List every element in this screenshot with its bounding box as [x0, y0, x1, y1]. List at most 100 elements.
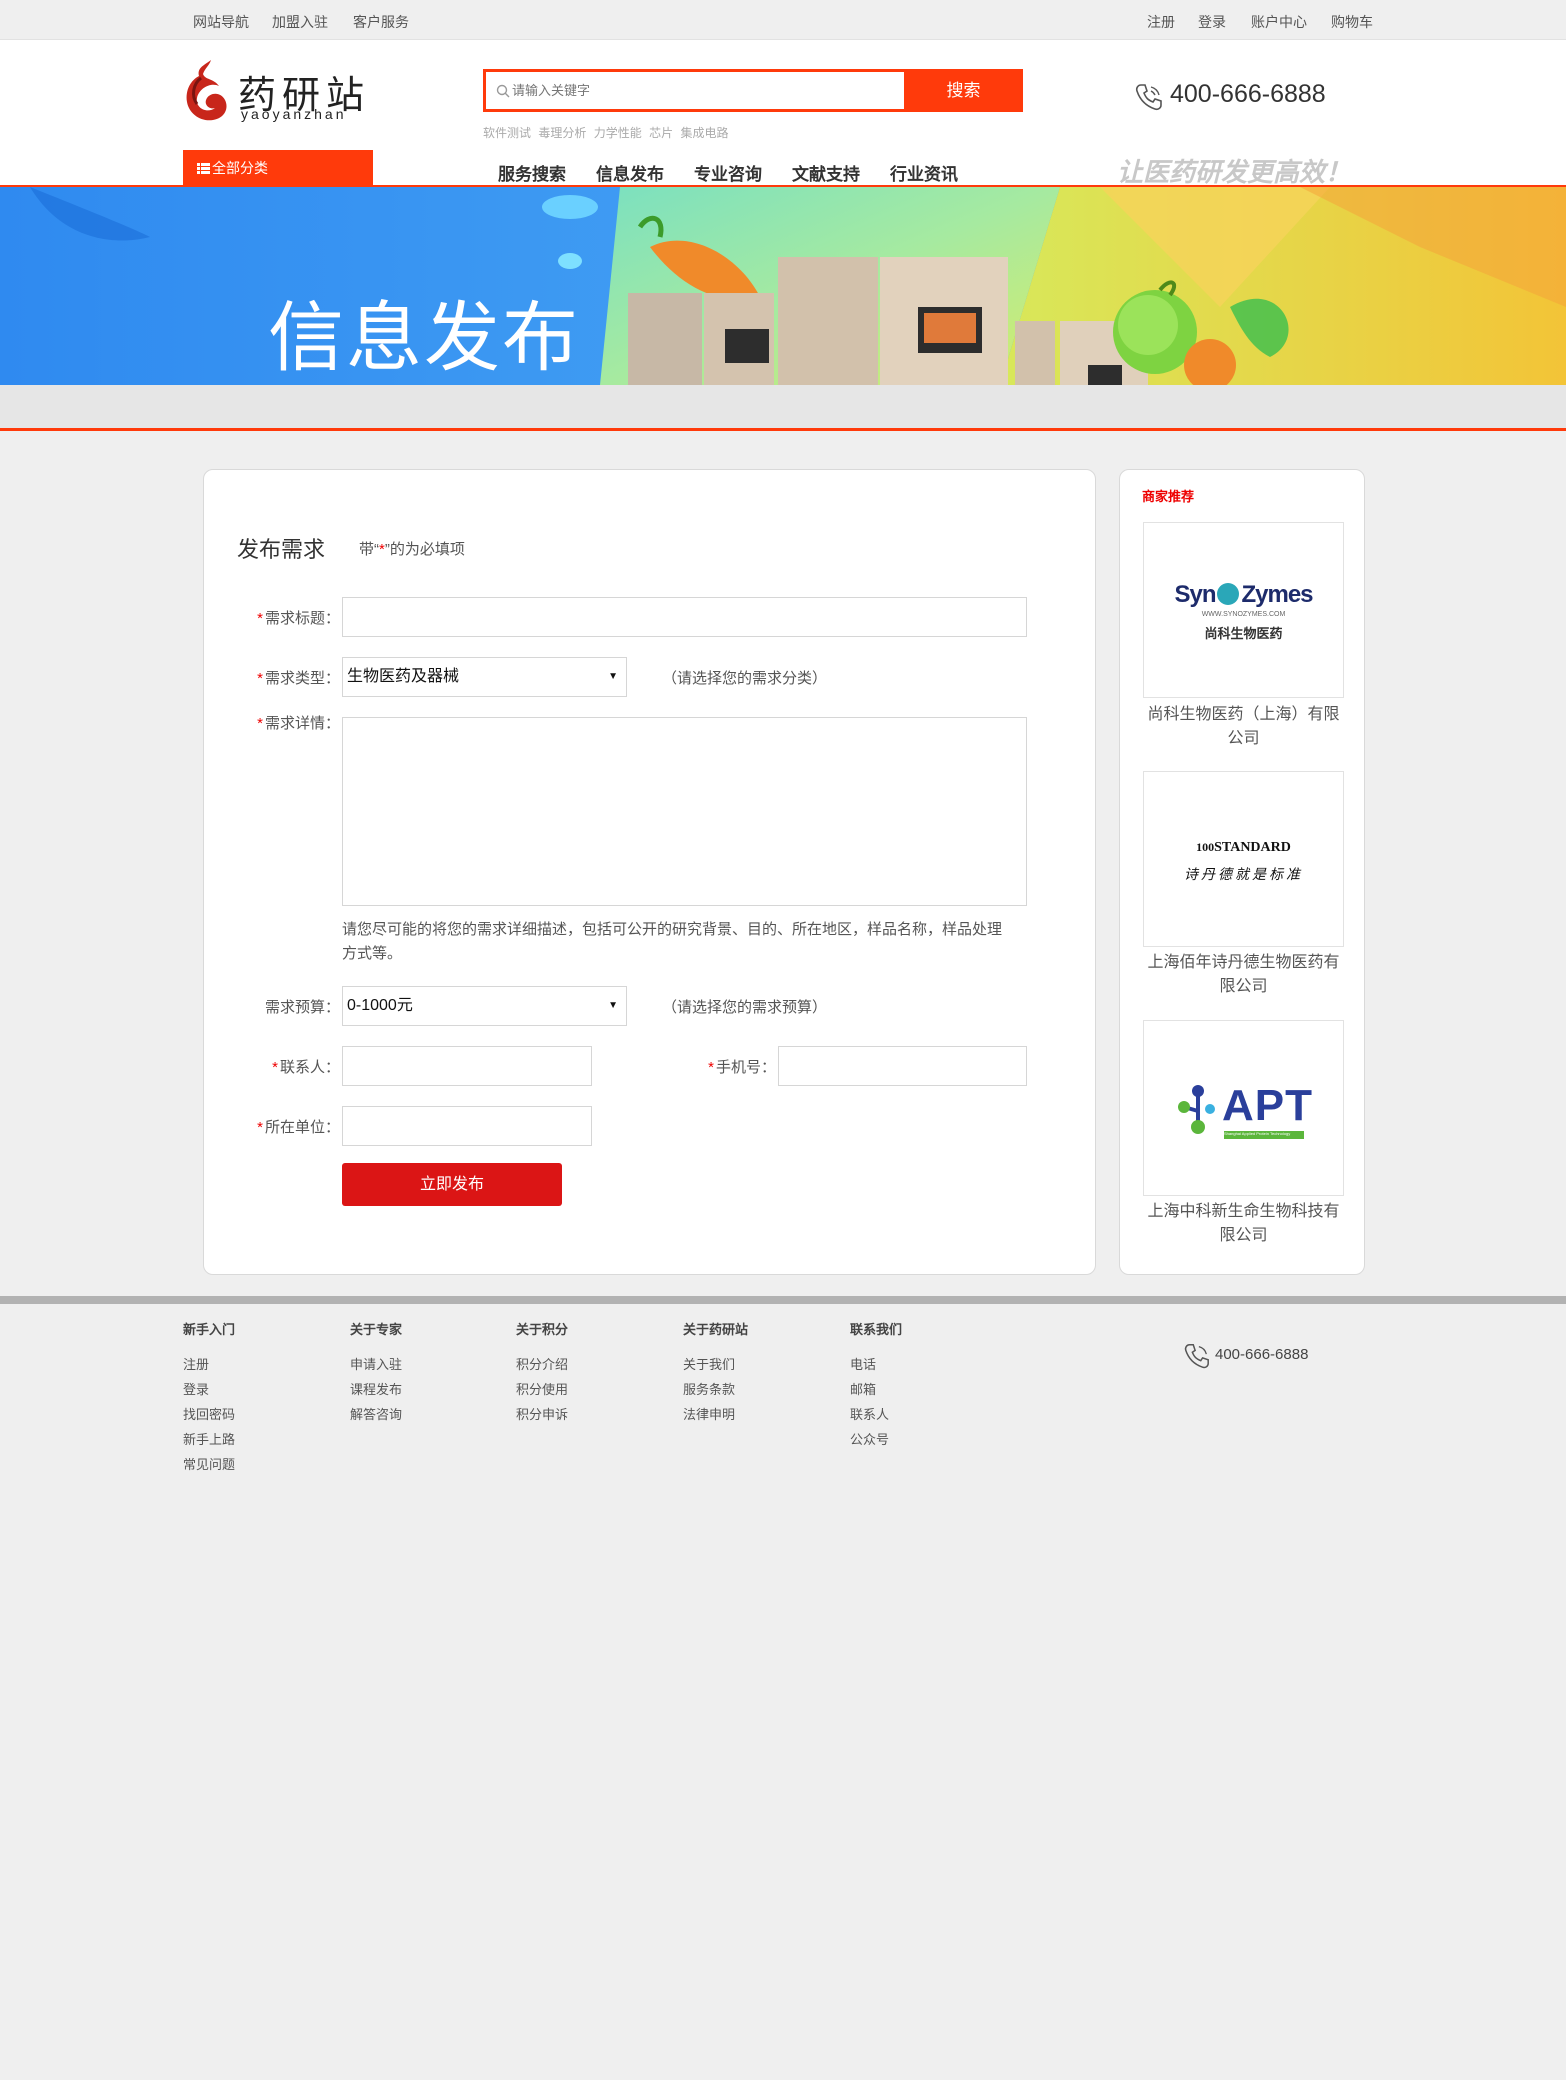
content-divider [0, 428, 1566, 431]
footer-link[interactable]: 注册 [183, 1354, 209, 1373]
footer-link[interactable]: 新手上路 [183, 1429, 235, 1448]
footer-link[interactable]: 积分申诉 [516, 1404, 568, 1423]
hot-word[interactable]: 软件测试 [483, 126, 531, 140]
recommend-name[interactable]: 尚科生物医药（上海）有限公司 [1143, 703, 1344, 751]
footer-link[interactable]: 课程发布 [350, 1379, 402, 1398]
title-label: * 需求标题： [220, 607, 340, 628]
header-phone: 400-666-6888 [1170, 80, 1326, 108]
hot-word[interactable]: 芯片 [649, 126, 673, 140]
banner [0, 187, 1566, 385]
footer-head: 关于专家 [350, 1322, 403, 1337]
search-icon [496, 84, 510, 98]
caret-down-icon: ▼ [608, 671, 618, 682]
footer-link[interactable]: 公众号 [850, 1429, 889, 1448]
all-categories-label: 全部分类 [212, 160, 268, 176]
budget-label: 需求预算： [220, 996, 340, 1017]
recommend-card-synozymes[interactable]: Syn Zymes WWW.SYNOZYMES.COM 尚科生物医药 [1143, 522, 1344, 698]
footer-phone: 400-666-6888 [1215, 1346, 1309, 1363]
footer-link[interactable]: 联系人 [850, 1404, 889, 1423]
mobile-label-text: 手机号： [715, 1059, 776, 1076]
footer-link[interactable]: 解答咨询 [350, 1404, 402, 1423]
detail-label-text: 需求详情： [264, 715, 340, 732]
required-star: * [257, 670, 263, 687]
nav-info-publish[interactable]: 信息发布 [596, 160, 664, 185]
note-suffix: ”的为必填项 [384, 541, 465, 558]
footer-head: 新手入门 [183, 1322, 236, 1337]
detail-label: * 需求详情： [220, 712, 340, 733]
hot-word[interactable]: 毒理分析 [538, 126, 586, 140]
logo-subtitle: yaoyanzhan [241, 106, 347, 122]
hot-word[interactable]: 集成电路 [680, 126, 728, 140]
menu-icon [197, 163, 210, 174]
footer-link[interactable]: 服务条款 [683, 1379, 735, 1398]
recommend-title: 商家推荐 [1142, 489, 1195, 504]
account-center-link[interactable]: 账户中心 [1251, 12, 1307, 32]
required-star: * [272, 1059, 278, 1076]
footer-link[interactable]: 电话 [850, 1354, 876, 1373]
company-label-text: 所在单位： [264, 1119, 340, 1136]
mobile-label: * 手机号： [656, 1056, 776, 1077]
demand-detail-textarea[interactable] [342, 717, 1027, 906]
required-star: * [708, 1059, 714, 1076]
search-button[interactable]: 搜索 [904, 69, 1023, 112]
footer-link[interactable]: 积分介绍 [516, 1354, 568, 1373]
recommend-card-apt[interactable]: APT Shanghai Applied Protein Technology [1143, 1020, 1344, 1196]
login-link[interactable]: 登录 [1198, 12, 1226, 32]
hot-word[interactable]: 力学性能 [594, 126, 642, 140]
title-label-text: 需求标题： [264, 610, 340, 627]
footer-link[interactable]: 登录 [183, 1379, 209, 1398]
nav-literature[interactable]: 文献支持 [792, 160, 860, 185]
all-categories-button[interactable]: 全部分类 [183, 150, 373, 187]
required-star: * [257, 1119, 263, 1136]
contact-label-text: 联系人： [279, 1059, 340, 1076]
type-label-text: 需求类型： [264, 670, 340, 687]
footer-link[interactable]: 关于我们 [683, 1354, 735, 1373]
banner-strip [0, 385, 1566, 428]
phone-icon [1135, 84, 1162, 111]
recommend-name[interactable]: 上海佰年诗丹德生物医药有限公司 [1143, 951, 1344, 999]
footer-link[interactable]: 积分使用 [516, 1379, 568, 1398]
register-link[interactable]: 注册 [1147, 12, 1175, 32]
submit-button[interactable]: 立即发布 [342, 1163, 562, 1206]
banner-title: 信息发布 [268, 296, 580, 381]
footer-head: 关于积分 [516, 1322, 569, 1337]
hot-words: 软件测试 毒理分析 力学性能 芯片 集成电路 [483, 124, 732, 141]
synozymes-url: WWW.SYNOZYMES.COM [1201, 611, 1286, 618]
required-star: * [257, 715, 263, 732]
nav-consulting[interactable]: 专业咨询 [694, 160, 762, 185]
slogan: 让医药研发更高效！ [1117, 157, 1352, 187]
note-prefix: 带“ [359, 541, 379, 558]
contact-input[interactable] [342, 1046, 592, 1086]
apt-logo-tagline: Shanghai Applied Protein Technology [1224, 1131, 1304, 1139]
mobile-input[interactable] [778, 1046, 1027, 1086]
cart-link[interactable]: 购物车 [1331, 12, 1373, 32]
synozymes-logo: Syn Zymes [1174, 581, 1313, 608]
recommend-card-100standard[interactable]: 100STANDARD 诗丹德就是标准 [1143, 771, 1344, 947]
footer-link[interactable]: 常见问题 [183, 1454, 235, 1473]
required-star: * [257, 610, 263, 627]
footer-link[interactable]: 申请入驻 [350, 1354, 402, 1373]
demand-type-select[interactable]: 生物医药及器械 ▼ [342, 657, 627, 697]
nav-industry-news[interactable]: 行业资讯 [890, 160, 958, 185]
search-input[interactable] [512, 74, 897, 107]
demand-budget-select[interactable]: 0-1000元 ▼ [342, 986, 627, 1026]
top-bar: 网站导航 加盟入驻 客户服务 注册 登录 账户中心 购物车 [0, 0, 1566, 40]
contact-label: * 联系人： [220, 1056, 340, 1077]
footer-link[interactable]: 法律申明 [683, 1404, 735, 1423]
nav-service-search[interactable]: 服务搜索 [498, 160, 566, 185]
footer-link[interactable]: 邮箱 [850, 1379, 876, 1398]
budget-label-text: 需求预算： [264, 999, 340, 1016]
company-input[interactable] [342, 1106, 592, 1146]
required-note: 带“*”的为必填项 [359, 538, 465, 559]
footer-link[interactable]: 找回密码 [183, 1404, 235, 1423]
banner-image [0, 187, 1566, 385]
site-nav-link[interactable]: 网站导航 [193, 12, 249, 32]
demand-title-input[interactable] [342, 597, 1027, 637]
customer-service-link[interactable]: 客户服务 [353, 12, 409, 32]
standard-logo: 100STANDARD [1196, 840, 1291, 855]
form-title: 发布需求 [237, 537, 326, 562]
recommend-name[interactable]: 上海中科新生命生物科技有限公司 [1143, 1200, 1344, 1248]
join-link[interactable]: 加盟入驻 [272, 12, 328, 32]
logo-icon[interactable] [183, 58, 229, 124]
footer-head: 联系我们 [850, 1322, 903, 1337]
